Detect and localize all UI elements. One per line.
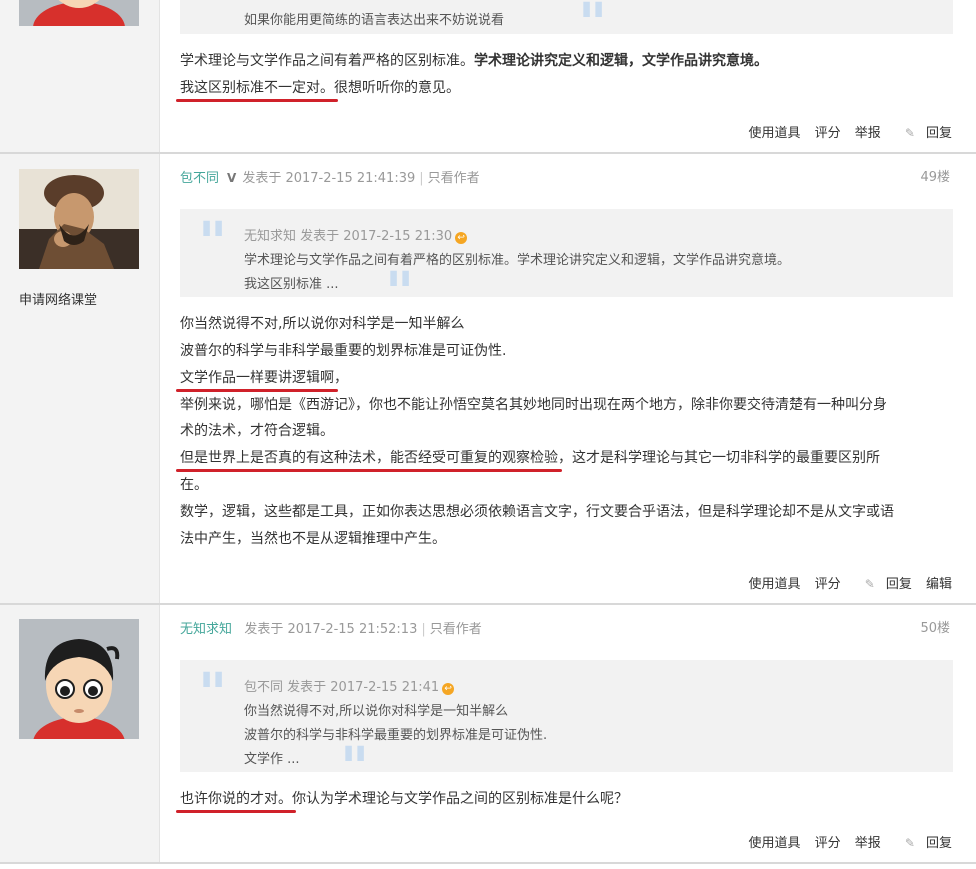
underlined-text: 但是世界上是否真的有这种法术，能否经受可重复的观察检验 [176, 447, 562, 472]
jump-to-post-icon[interactable]: ↩ [455, 232, 468, 244]
reply-label: 回复 [925, 836, 952, 851]
post-body-line: 但是世界上是否真的有这种法术，能否经受可重复的观察检验，这才是科学理论与其它一切… [176, 447, 880, 472]
avatar[interactable] [19, 169, 139, 289]
post-body-line: 我这区别标准不一定对。很想听听你的意见。 [176, 77, 460, 102]
quote-line: 学术理论与文学作品之间有着严格的区别标准。学术理论讲究定义和逻辑，文学作品讲究意… [244, 253, 791, 268]
body-text: 你认为学术理论与文学作品之间的区别标准是什么呢？ [292, 791, 628, 807]
body-bold-text: 学术理论讲究定义和逻辑，文学作品讲究意境。 [474, 53, 768, 69]
floor-number[interactable]: 50楼 [920, 617, 950, 636]
body-text: ，这才是科学理论与其它一切非科学的最重要区别所 [558, 450, 880, 466]
quote-header: 包不同 发表于 2017-2-15 21:41 ↩ [244, 676, 455, 695]
quote-line: 你当然说得不对,所以说你对科学是一知半解么 [244, 704, 509, 719]
post-body-line: 法中产生，当然也不是从逻辑推理中产生。 [180, 531, 446, 547]
edit-button[interactable]: 编辑 [926, 577, 952, 592]
cartoon-avatar-icon [19, 619, 139, 739]
quote-line: 如果你能用更简练的语言表达出来不妨说说看 [244, 13, 505, 28]
use-item-button[interactable]: 使用道具 [748, 577, 800, 592]
quote-line: 文学作 ... [244, 752, 300, 767]
author-link[interactable]: 包不同 [180, 171, 219, 186]
post-actions: 使用道具 评分 举报 ✎ 回复 [738, 122, 952, 141]
post-body-line: 数学，逻辑，这些都是工具，正如你表达思想必须依赖语言文字，行文要合乎语法，但是科… [180, 504, 894, 520]
post-time: 发表于 2017-2-15 21:41:39 [242, 171, 416, 186]
use-item-button[interactable]: 使用道具 [748, 836, 800, 851]
quote-time: 发表于 2017-2-15 21:41 [287, 680, 440, 695]
avatar[interactable] [19, 619, 139, 739]
quote-line: 波普尔的科学与非科学最重要的划界标准是可证伪性. [244, 728, 548, 743]
quote-time: 发表于 2017-2-15 21:30 [300, 229, 453, 244]
reply-label: 回复 [925, 126, 952, 141]
report-button[interactable]: 举报 [855, 126, 881, 141]
only-author-link[interactable]: 只看作者 [430, 622, 482, 637]
post-divider [0, 862, 976, 864]
underlined-text: 文学作品一样要讲逻辑啊 [176, 367, 338, 392]
photo-avatar-icon [19, 169, 139, 269]
post-body-line: 在。 [180, 477, 208, 493]
floor-number[interactable]: 49楼 [920, 166, 950, 185]
author-link[interactable]: 无知求知 [180, 622, 232, 637]
sidebar-link-online-class[interactable]: 申请网络课堂 [19, 289, 97, 308]
cartoon-avatar-icon [19, 0, 139, 26]
post-actions: 使用道具 评分 ✎ 回复 编辑 [738, 573, 952, 592]
spacer: | [236, 622, 240, 637]
post-meta: 无知求知|发表于 2017-2-15 21:52:13|只看作者 [180, 618, 482, 637]
reply-label: 回复 [885, 577, 912, 592]
rate-button[interactable]: 评分 [815, 126, 841, 141]
post-body-line: 波普尔的科学与非科学最重要的划界标准是可证伪性. [180, 343, 507, 359]
post-time: 发表于 2017-2-15 21:52:13 [244, 622, 418, 637]
post-50: 无知求知|发表于 2017-2-15 21:52:13|只看作者 50楼 " 包… [0, 605, 976, 862]
quote-block: 如果你能用更简练的语言表达出来不妨说说看 " [180, 0, 953, 52]
open-quote-icon: " [198, 210, 228, 276]
post-body-line: 术的法术，才符合逻辑。 [180, 423, 334, 439]
quote-block: " 无知求知 发表于 2017-2-15 21:30 ↩ 学术理论与文学作品之间有… [180, 209, 953, 321]
avatar[interactable] [19, 0, 139, 26]
post-actions: 使用道具 评分 举报 ✎ 回复 [738, 832, 952, 851]
post-meta: 包不同 V 发表于 2017-2-15 21:41:39 | 只看作者 [180, 167, 480, 186]
underlined-text: 我这区别标准不一定对。 [176, 77, 338, 102]
rate-button[interactable]: 评分 [815, 836, 841, 851]
post-49: 申请网络课堂 包不同 V 发表于 2017-2-15 21:41:39 | 只看作者 4… [0, 154, 976, 603]
close-quote-icon: " [578, 0, 608, 57]
report-button[interactable]: 举报 [855, 836, 881, 851]
separator: | [421, 622, 426, 637]
open-quote-icon: " [198, 661, 228, 727]
post-body-line: 文学作品一样要讲逻辑啊， [176, 367, 348, 392]
post-top: 如果你能用更简练的语言表达出来不妨说说看 " 学术理论与文学作品之间有着严格的区… [0, 0, 976, 152]
underlined-text: 也许你说的才对。 [176, 788, 296, 813]
post-body-line: 你当然说得不对,所以说你对科学是一知半解么 [180, 316, 465, 332]
use-item-button[interactable]: 使用道具 [748, 126, 800, 141]
reply-button[interactable]: ✎ 回复 [895, 836, 952, 851]
body-text: ， [334, 370, 348, 386]
quote-line: 我这区别标准 ... [244, 277, 339, 292]
quote-author[interactable]: 无知求知 [244, 229, 296, 244]
quote-block: " 包不同 发表于 2017-2-15 21:41 ↩ 你当然说得不对,所以说你对… [180, 660, 953, 796]
post-body-line: 学术理论与文学作品之间有着严格的区别标准。学术理论讲究定义和逻辑，文学作品讲究意… [180, 50, 768, 70]
body-text: 学术理论与文学作品之间有着严格的区别标准。 [180, 53, 474, 69]
separator: | [419, 171, 424, 186]
rate-button[interactable]: 评分 [815, 577, 841, 592]
quote-header: 无知求知 发表于 2017-2-15 21:30 ↩ [244, 225, 468, 244]
quote-author[interactable]: 包不同 [244, 680, 283, 695]
body-text: 很想听听你的意见。 [334, 80, 460, 96]
post-body-line: 也许你说的才对。你认为学术理论与文学作品之间的区别标准是什么呢？ [176, 788, 628, 813]
pencil-icon: ✎ [904, 126, 915, 140]
jump-to-post-icon[interactable]: ↩ [442, 683, 455, 695]
reply-button[interactable]: ✎ 回复 [895, 126, 952, 141]
reply-button[interactable]: ✎ 回复 [855, 577, 912, 592]
only-author-link[interactable]: 只看作者 [428, 171, 480, 186]
vip-badge-icon: V [227, 171, 237, 185]
pencil-icon: ✎ [904, 836, 915, 850]
post-body-line: 举例来说，哪怕是《西游记》，你也不能让孙悟空莫名其妙地同时出现在两个地方，除非你… [180, 397, 887, 413]
pencil-icon: ✎ [864, 577, 875, 591]
